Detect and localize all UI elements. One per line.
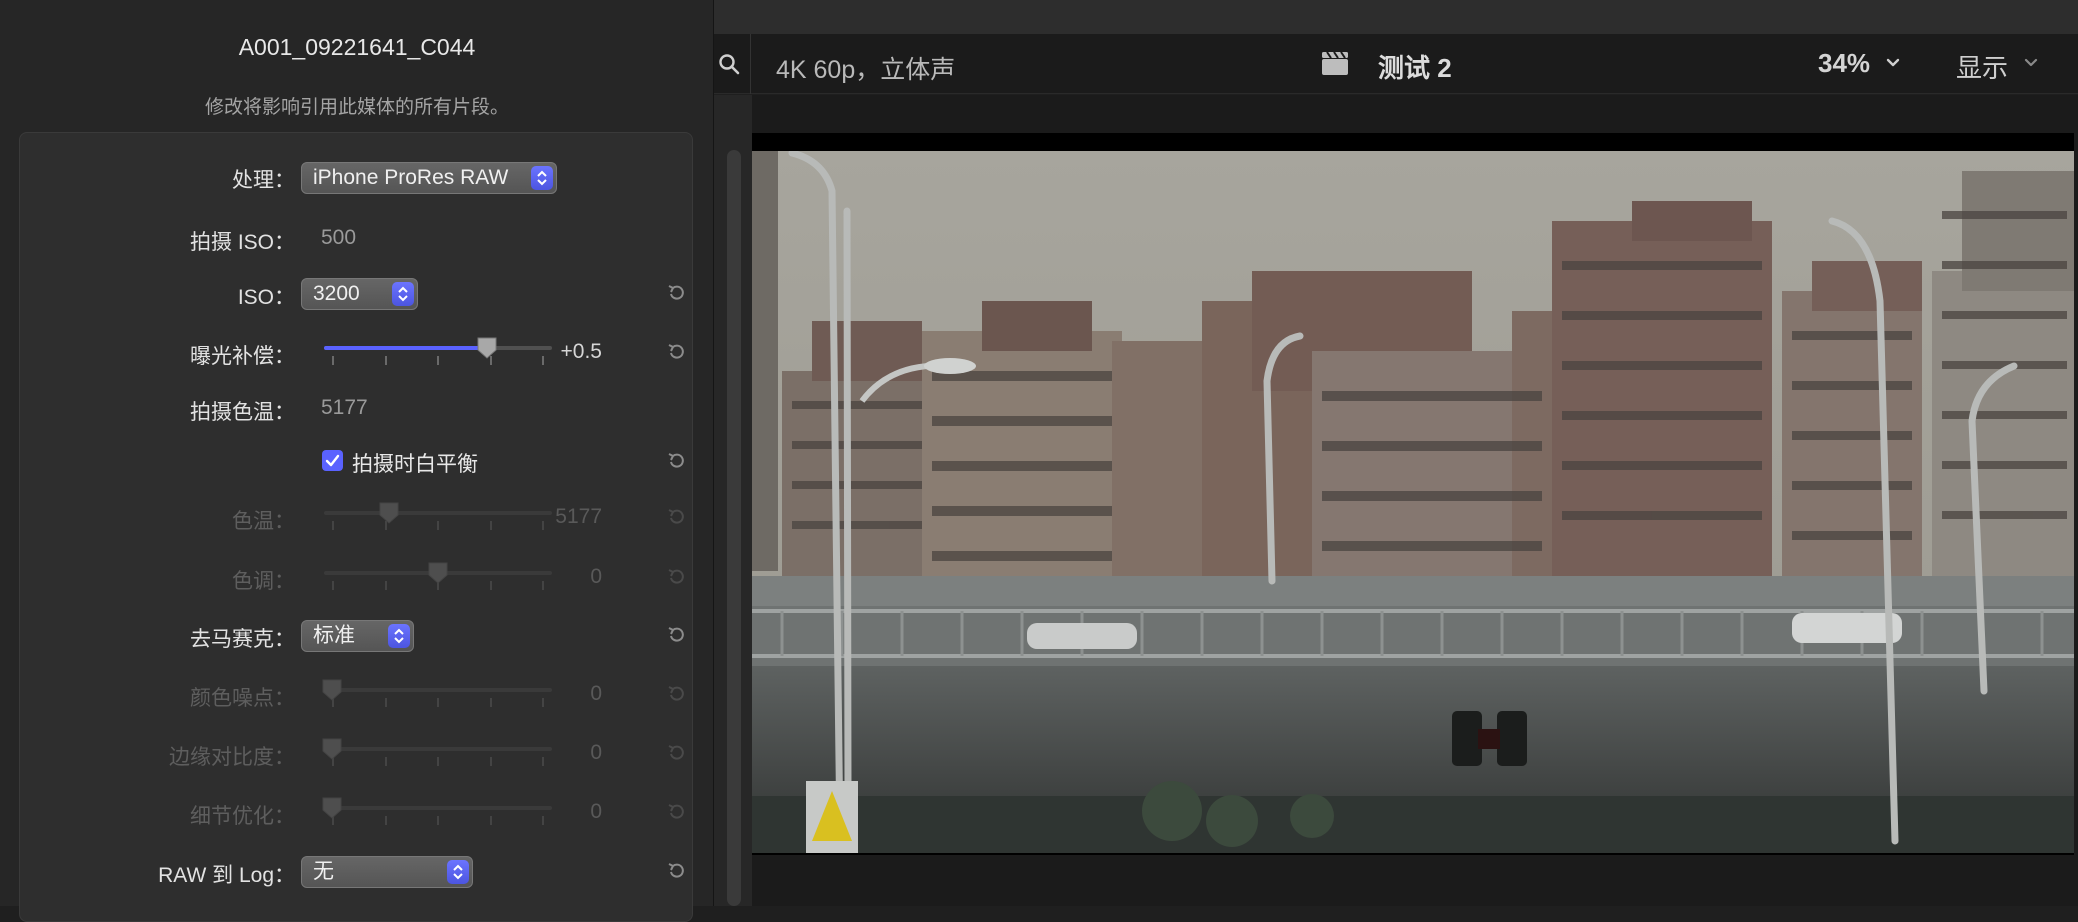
reset-arrow-icon[interactable] [667,342,687,362]
exposure-value[interactable]: +0.5 [512,340,602,364]
reset-arrow-icon[interactable] [667,861,687,881]
popup-stepper-icon [531,166,553,190]
slider-tick [332,356,334,365]
edge-contrast-value: 0 [590,741,602,764]
slider-tick [489,757,492,766]
slider-tick [437,757,439,766]
edge-contrast-label: 边缘对比度： [169,746,295,769]
checkmark-icon [325,454,340,467]
slider-tick [384,581,387,590]
zoom-level-menu[interactable]: 34% [1818,48,1870,79]
reset-arrow-icon [668,569,684,584]
popup-stepper-icon [388,624,410,648]
popup-stepper-icon [447,860,469,884]
slider-tick [332,521,334,530]
reset-arrow-icon[interactable] [667,625,687,645]
reset-arrow-icon [668,804,684,819]
tint-value: 0 [590,565,602,588]
raw-to-log-value: 无 [313,860,334,883]
inspector-scrollbar[interactable] [727,150,741,906]
display-menu[interactable]: 显示 [1956,48,2008,85]
demosaic-value: 标准 [313,624,355,647]
process-value: iPhone ProRes RAW [313,166,509,189]
raw-settings-box: 处理： iPhone ProRes RAW 拍摄 ISO： 500 ISO： 3… [19,132,693,922]
popup-stepper-icon [392,282,414,306]
viewer-canvas[interactable] [752,95,2078,906]
detail-slider-knob [322,797,342,819]
viewer-toolbar: 4K 60p，立体声 测试 2 34% 显示 [714,34,2078,94]
slider-tick [489,698,492,707]
slider-tick [489,521,492,530]
exposure-slider-knob[interactable] [476,336,498,360]
slider-tick [437,698,439,707]
iso-label: ISO： [237,286,295,309]
reset-arrow-icon[interactable] [667,283,687,303]
shot-temp-value: 5177 [321,396,368,419]
reset-arrow-icon [668,509,684,524]
detail-value: 0 [590,800,602,823]
shot-iso-value: 500 [321,226,357,249]
wb-checkbox-label[interactable]: 拍摄时白平衡 [352,448,478,478]
edge-contrast-slider-knob [322,738,342,760]
temp-value: 5177 [555,505,602,528]
project-name[interactable]: 测试 2 [1378,48,1452,85]
video-frame-image [752,151,2074,853]
shot-iso-label: 拍摄 ISO： [189,231,295,254]
slider-tick [437,521,439,530]
process-label: 处理： [232,169,295,192]
reset-arrow-icon[interactable] [667,451,687,471]
color-noise-slider-knob [322,679,342,701]
slider-tick [437,356,439,365]
slider-tick [489,581,492,590]
slider-tick [384,698,387,707]
color-noise-label: 颜色噪点： [190,687,295,710]
window-top-strip [714,0,2078,34]
shot-temp-label: 拍摄色温： [190,401,295,424]
wb-checkbox[interactable] [322,450,343,471]
tint-slider-knob [428,562,448,584]
slider-tick [384,757,387,766]
toolbar-divider [750,34,751,94]
clapperboard-icon [1322,51,1348,75]
iso-value: 3200 [313,282,360,305]
raw-inspector-panel: A001_09221641_C044 修改将影响引用此媒体的所有片段。 处理： … [0,0,741,922]
demosaic-label: 去马赛克： [190,628,295,651]
video-frame-letterbox [752,133,2074,855]
temp-slider-knob [379,502,399,524]
slider-tick [384,356,387,365]
reset-arrow-icon [668,745,684,760]
demosaic-popup[interactable]: 标准 [301,620,414,652]
slider-tick [332,581,334,590]
slider-tick [489,816,492,825]
chevron-down-icon[interactable] [2024,58,2038,68]
media-change-notice: 修改将影响引用此媒体的所有片段。 [204,97,509,118]
slider-tick [384,816,387,825]
color-noise-value: 0 [590,682,602,705]
raw-to-log-popup[interactable]: 无 [301,856,473,888]
search-icon[interactable] [718,53,740,75]
process-popup[interactable]: iPhone ProRes RAW [301,162,557,194]
video-format-label: 4K 60p，立体声 [776,56,956,84]
reset-arrow-icon [668,686,684,701]
raw-to-log-label: RAW 到 Log： [158,864,295,887]
slider-tick [437,816,439,825]
temp-label: 色温： [232,510,295,533]
detail-label: 细节优化： [190,805,295,828]
chevron-down-icon[interactable] [1886,58,1900,68]
exposure-label: 曝光补偿： [190,345,295,368]
exposure-slider-fill [324,346,487,350]
iso-popup[interactable]: 3200 [301,278,418,310]
clip-name: A001_09221641_C044 [238,34,476,60]
tint-label: 色调： [232,570,295,593]
